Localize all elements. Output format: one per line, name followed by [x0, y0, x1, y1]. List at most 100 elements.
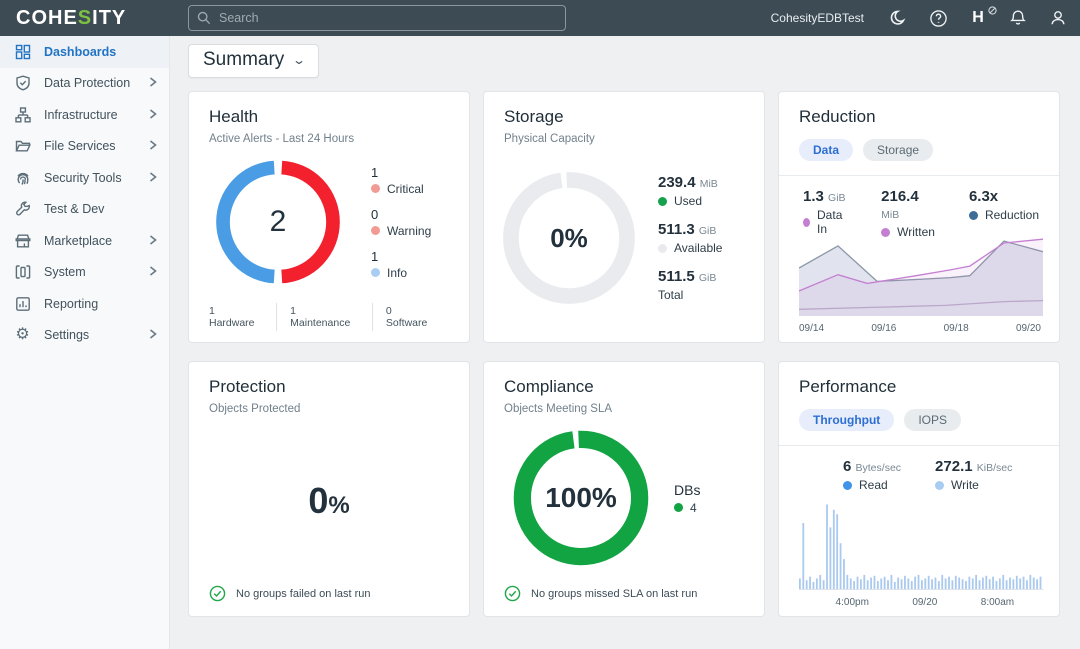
protection-subtitle: Objects Protected	[209, 403, 449, 415]
sidebar-item-data-protection[interactable]: Data Protection	[0, 68, 169, 100]
helios-disconnected-badge	[988, 2, 997, 20]
compliance-card: Compliance Objects Meeting SLA 100% DBs …	[483, 361, 765, 617]
compliance-subtitle: Objects Meeting SLA	[504, 403, 744, 415]
performance-tab-throughput[interactable]: Throughput	[799, 409, 894, 431]
compliance-status: No groups missed SLA on last run	[504, 585, 697, 602]
compliance-title: Compliance	[504, 377, 744, 397]
cohesity-logo: COHESITY	[16, 7, 126, 30]
sidebar-item-file-services[interactable]: File Services	[0, 131, 169, 163]
help-icon[interactable]	[928, 8, 948, 28]
user-account-icon[interactable]	[1048, 8, 1068, 28]
sidebar-item-system[interactable]: System	[0, 257, 169, 289]
infrastructure-icon	[14, 106, 31, 123]
sidebar-item-settings[interactable]: ⚙ Settings	[0, 320, 169, 352]
used-dot	[658, 197, 667, 206]
search-input[interactable]	[219, 11, 557, 25]
warning-dot	[371, 226, 380, 235]
health-title: Health	[209, 107, 449, 127]
sidebar-item-reporting[interactable]: Reporting	[0, 288, 169, 320]
reduction-chart[interactable]	[799, 220, 1041, 316]
notifications-bell-icon[interactable]	[1008, 8, 1028, 28]
chevron-down-icon: ⌄	[292, 53, 306, 67]
storage-title: Storage	[504, 107, 744, 127]
storage-subtitle: Physical Capacity	[504, 133, 744, 145]
compliance-donut-chart[interactable]: 100%	[512, 429, 650, 567]
protection-percent: 0%	[189, 480, 469, 522]
folder-open-icon	[14, 138, 31, 155]
gear-icon: ⚙	[14, 327, 31, 344]
main-content: Summary ⌄ Health Active Alerts - Last 24…	[170, 36, 1080, 649]
dark-mode-moon-icon[interactable]	[888, 8, 908, 28]
sidebar-item-label: Dashboards	[44, 45, 116, 59]
dbs-dot	[674, 503, 683, 512]
reduction-tab-data[interactable]: Data	[799, 139, 853, 161]
sidebar-item-label: System	[44, 265, 86, 279]
write-dot	[935, 481, 944, 490]
report-chart-icon	[14, 295, 31, 312]
helios-letter: H	[972, 9, 984, 27]
sidebar-item-test-and-dev[interactable]: Test & Dev	[0, 194, 169, 226]
performance-title: Performance	[799, 377, 1039, 397]
sidebar-item-label: Reporting	[44, 297, 98, 311]
cluster-name: CohesityEDBTest	[771, 11, 864, 25]
available-dot	[658, 244, 667, 253]
health-donut-chart[interactable]: 2	[215, 159, 341, 285]
health-footer-maintenance[interactable]: 1 Maintenance	[277, 303, 373, 331]
reduction-tab-storage[interactable]: Storage	[863, 139, 933, 161]
fingerprint-icon	[14, 169, 31, 186]
health-legend-warning: 0 Warning	[371, 207, 431, 238]
dashboard-view-selector[interactable]: Summary ⌄	[188, 44, 319, 78]
health-subtitle: Active Alerts - Last 24 Hours	[209, 133, 449, 145]
storefront-icon	[14, 232, 31, 249]
performance-chart[interactable]	[799, 500, 1041, 590]
chevron-right-icon	[149, 171, 157, 185]
storage-donut-chart[interactable]: 0%	[502, 171, 636, 305]
health-footer-software[interactable]: 0 Software	[373, 303, 449, 331]
sidebar-item-label: File Services	[44, 139, 116, 153]
sidebar-nav: Dashboards Data Protection Infrastructur…	[0, 36, 170, 649]
sidebar-item-dashboards[interactable]: Dashboards	[0, 36, 169, 68]
performance-stat-write: 272.1 KiB/sec Write	[935, 458, 1012, 492]
sidebar-item-marketplace[interactable]: Marketplace	[0, 225, 169, 257]
performance-card: Performance Throughput IOPS 6 Bytes/sec …	[778, 361, 1060, 617]
sidebar-item-label: Marketplace	[44, 234, 112, 248]
protection-card: Protection Objects Protected 0% No group…	[188, 361, 470, 617]
reduction-chart-svg	[799, 220, 1043, 316]
sidebar-item-label: Security Tools	[44, 171, 122, 185]
logo-s: S	[78, 7, 92, 29]
check-circle-icon	[209, 585, 226, 602]
view-selector-label: Summary	[203, 49, 284, 71]
logo-text: COHE	[16, 7, 78, 29]
performance-chart-svg	[799, 500, 1043, 590]
chevron-right-icon	[149, 139, 157, 153]
performance-tab-iops[interactable]: IOPS	[904, 409, 961, 431]
sidebar-item-label: Settings	[44, 328, 89, 342]
helios-icon[interactable]: H	[968, 8, 988, 28]
sidebar-item-infrastructure[interactable]: Infrastructure	[0, 99, 169, 131]
health-card: Health Active Alerts - Last 24 Hours 2 1…	[188, 91, 470, 343]
info-dot	[371, 268, 380, 277]
reduction-x-axis: 09/14 09/16 09/18 09/20	[799, 323, 1041, 334]
system-devices-icon	[14, 264, 31, 281]
storage-card: Storage Physical Capacity 0% 239.4 MiB U…	[483, 91, 765, 343]
storage-legend-available: 511.3 GiB Available	[658, 221, 722, 255]
chevron-right-icon	[149, 76, 157, 90]
read-dot	[843, 481, 852, 490]
storage-used-percent: 0%	[502, 171, 636, 305]
health-legend-info: 1 Info	[371, 249, 431, 280]
protection-title: Protection	[209, 377, 449, 397]
health-footer-hardware[interactable]: 1 Hardware	[209, 303, 277, 331]
health-legend-critical: 1 Critical	[371, 165, 431, 196]
performance-stat-read: 6 Bytes/sec Read	[843, 458, 901, 492]
sidebar-item-label: Infrastructure	[44, 108, 118, 122]
reduction-card: Reduction Data Storage 1.3 GiB Data In 2…	[778, 91, 1060, 343]
sidebar-item-security-tools[interactable]: Security Tools	[0, 162, 169, 194]
chevron-right-icon	[149, 328, 157, 342]
global-search[interactable]	[188, 5, 566, 31]
search-icon	[197, 11, 211, 25]
sidebar-item-label: Test & Dev	[44, 202, 104, 216]
dashboards-icon	[14, 43, 31, 60]
critical-dot	[371, 184, 380, 193]
shield-check-icon	[14, 75, 31, 92]
reduction-dot	[969, 211, 978, 220]
